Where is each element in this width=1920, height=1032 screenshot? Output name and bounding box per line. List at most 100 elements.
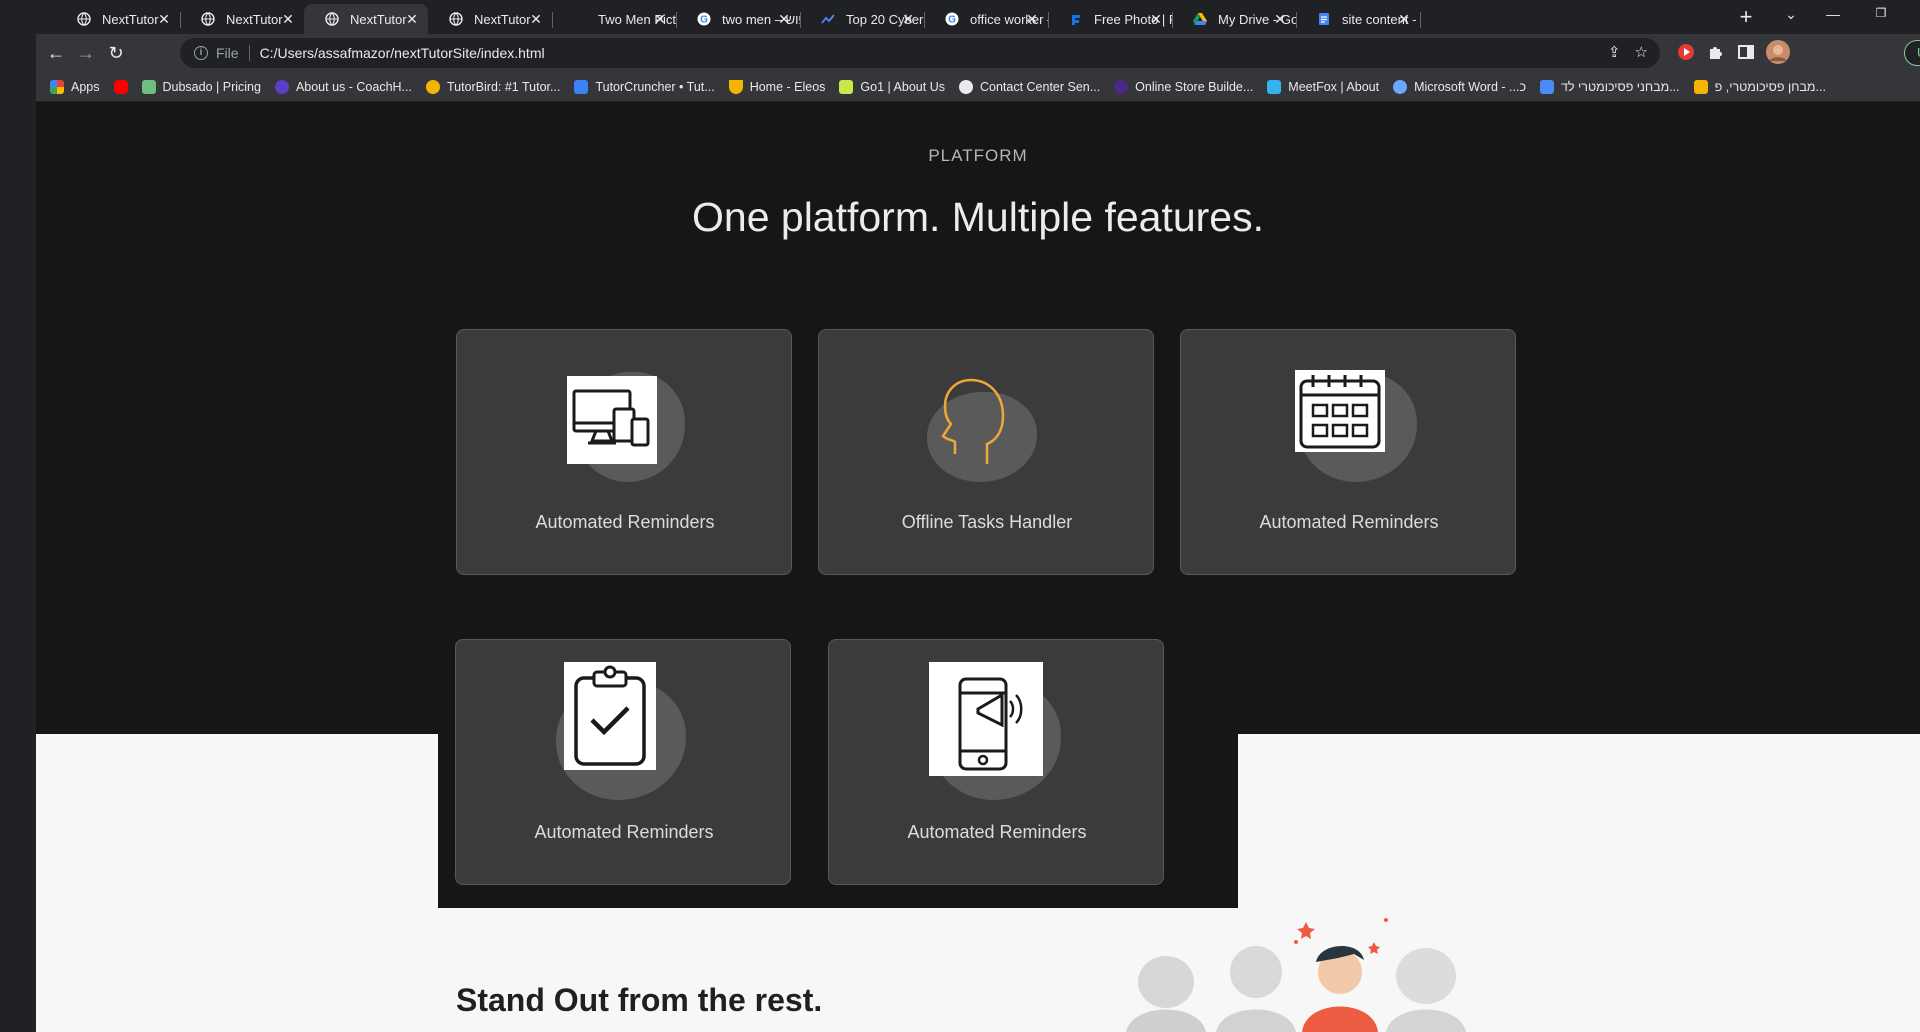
bookmark-item[interactable]: Contact Center Sen...: [958, 79, 1100, 94]
dubsado-icon: [141, 79, 156, 94]
feature-card[interactable]: Offline Tasks Handler: [818, 329, 1154, 575]
reload-icon[interactable]: ↻: [104, 41, 128, 65]
phone-megaphone-icon: [929, 662, 1043, 776]
browser-tab[interactable]: G office worker – ✕: [924, 4, 1049, 34]
docs-icon: [1316, 11, 1332, 27]
bookmark-item[interactable]: Home - Eleos: [728, 79, 825, 94]
tab-search-icon[interactable]: ⌄: [1776, 6, 1806, 23]
feature-card[interactable]: Automated Reminders: [1180, 329, 1516, 575]
forward-icon[interactable]: →: [74, 41, 98, 65]
close-icon[interactable]: ✕: [1024, 11, 1040, 27]
globe-icon: [324, 11, 340, 27]
globe-icon: [76, 11, 92, 27]
plane-icon: [1540, 79, 1554, 94]
youtube-icon: [113, 79, 128, 94]
svg-text:G: G: [700, 15, 708, 26]
browser-tab[interactable]: G two men – חיפוש ✕: [676, 4, 801, 34]
apps-grid-icon: [50, 79, 64, 94]
browser-tab[interactable]: Free Photo | Fre ✕: [1048, 4, 1173, 34]
close-icon[interactable]: ✕: [404, 11, 420, 27]
bookmark-item[interactable]: TutorBird: #1 Tutor...: [425, 79, 560, 94]
close-icon[interactable]: ✕: [1396, 11, 1412, 27]
bookmark-item[interactable]: MeetFox | About: [1267, 79, 1379, 94]
google-icon: G: [944, 11, 960, 27]
feature-card[interactable]: Automated Reminders: [828, 639, 1164, 885]
section-headline: One platform. Multiple features.: [692, 194, 1264, 240]
restore-icon[interactable]: ❐: [1866, 6, 1896, 20]
info-icon[interactable]: i: [194, 46, 208, 60]
freepik-icon: [1068, 11, 1084, 27]
bookmark-youtube[interactable]: [113, 79, 128, 94]
browser-tab[interactable]: NextTutor ✕: [180, 4, 305, 34]
link-icon: [1393, 79, 1408, 94]
devices-icon: [567, 376, 657, 464]
side-panel-icon[interactable]: [1736, 42, 1756, 62]
trend-icon: [820, 11, 836, 27]
tutorbird-icon: [425, 79, 440, 94]
bookmark-item[interactable]: Online Store Builde...: [1114, 79, 1253, 94]
browser-tab[interactable]: NextTutor ✕: [428, 4, 553, 34]
close-icon[interactable]: ✕: [1272, 11, 1288, 27]
new-tab-button[interactable]: +: [1734, 6, 1758, 30]
google-icon: G: [696, 11, 712, 27]
close-icon[interactable]: ✕: [776, 11, 792, 27]
bookmark-apps[interactable]: Apps: [50, 79, 100, 94]
eleos-icon: [728, 79, 743, 94]
profile-avatar[interactable]: [1766, 40, 1790, 64]
globe-icon: [448, 11, 464, 27]
bookmark-item[interactable]: מבחן פסיכומטרי, פ...: [1693, 79, 1826, 94]
browser-toolbar: ← → ↻ i File C:/Users/assafmazor/nextTut…: [36, 34, 1920, 72]
update-button[interactable]: Update: [1904, 40, 1920, 66]
extensions-puzzle-icon[interactable]: [1706, 42, 1726, 62]
close-icon[interactable]: ✕: [280, 11, 296, 27]
browser-tab[interactable]: site content - G ✕: [1296, 4, 1421, 34]
minimize-icon[interactable]: —: [1818, 6, 1848, 22]
bookmark-item[interactable]: TutorCruncher • Tut...: [574, 79, 715, 94]
standout-heading: Stand Out from the rest.: [456, 982, 823, 1018]
feature-card-label: Automated Reminders: [535, 512, 715, 532]
calendar-icon: [1295, 370, 1385, 452]
url-scheme: File: [216, 45, 239, 61]
go1-icon: [839, 79, 854, 94]
bookmark-item[interactable]: About us - CoachH...: [274, 79, 412, 94]
contact-center-icon: [958, 79, 973, 94]
close-icon[interactable]: ✕: [528, 11, 544, 27]
feature-card-label: Offline Tasks Handler: [901, 512, 1073, 532]
tutorcruncher-icon: [574, 79, 589, 94]
share-icon[interactable]: ⇪: [1608, 43, 1621, 61]
coachhub-icon: [274, 79, 289, 94]
close-icon[interactable]: ✕: [652, 11, 668, 27]
bookmark-item[interactable]: Go1 | About Us: [839, 79, 945, 94]
head-profile-icon: [937, 374, 1011, 470]
close-icon[interactable]: ✕: [1148, 11, 1164, 27]
browser-tab[interactable]: Top 20 Cyberse ✕: [800, 4, 925, 34]
drive-icon: [1192, 11, 1208, 27]
psychometric-icon: [1693, 79, 1708, 94]
address-bar[interactable]: i File C:/Users/assafmazor/nextTutorSite…: [180, 38, 1660, 68]
section-eyebrow: PLATFORM: [928, 146, 1028, 165]
bookmark-item[interactable]: Microsoft Word - ...כ: [1393, 79, 1526, 94]
browser-tab-active[interactable]: NextTutor ✕: [304, 4, 428, 34]
back-icon[interactable]: ←: [44, 41, 68, 65]
feature-card-label: Automated Reminders: [534, 822, 714, 842]
browser-tab[interactable]: NextTutor ✕: [56, 4, 181, 34]
globe-icon: [200, 11, 216, 27]
page-viewport: PLATFORM One platform. Multiple features…: [36, 102, 1920, 1032]
feature-card-label: Automated Reminders: [1259, 512, 1439, 532]
bookmark-item[interactable]: מבחני פסיכומטרי לד...: [1540, 79, 1680, 94]
close-icon[interactable]: ✕: [900, 11, 916, 27]
feature-card[interactable]: Automated Reminders: [455, 639, 791, 885]
feature-card[interactable]: Automated Reminders: [456, 329, 792, 575]
bookmark-star-icon[interactable]: ☆: [1635, 43, 1648, 61]
bookmark-item[interactable]: Dubsado | Pricing: [141, 79, 261, 94]
browser-tab[interactable]: My Drive - Goo ✕: [1172, 4, 1297, 34]
extension-red-icon[interactable]: [1676, 42, 1696, 62]
bookmarks-bar: Apps Dubsado | Pricing About us - CoachH…: [36, 72, 1920, 102]
tab-strip: NextTutor ✕ NextTutor ✕ NextTutor ✕ Next…: [36, 0, 1920, 34]
browser-tab[interactable]: Two Men Pictur ✕: [552, 4, 677, 34]
close-icon[interactable]: ✕: [156, 11, 172, 27]
store-builder-icon: [1114, 79, 1129, 94]
team-illustration: [1106, 902, 1526, 1032]
url-text[interactable]: C:/Users/assafmazor/nextTutorSite/index.…: [260, 45, 545, 61]
clipboard-check-icon: [564, 662, 656, 770]
